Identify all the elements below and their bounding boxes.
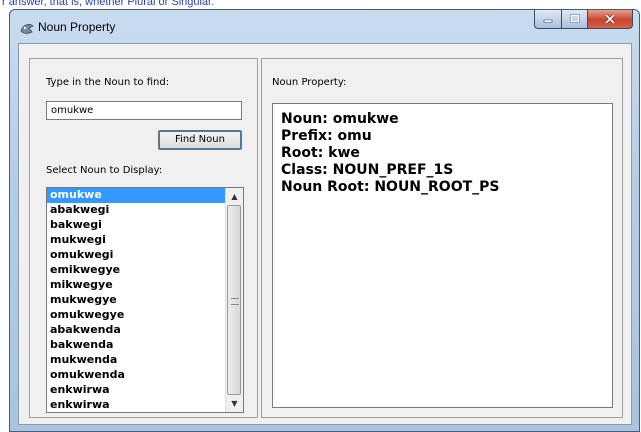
minimize-button[interactable] bbox=[534, 10, 561, 29]
noun-list-item[interactable]: mikwegye bbox=[47, 278, 226, 293]
noun-list-item[interactable]: omukwegi bbox=[47, 248, 226, 263]
scroll-up-arrow-icon[interactable]: ▲ bbox=[226, 188, 243, 205]
noun-listbox[interactable]: omukwe abakwegi bakwegi mukwegi omukwegi emik… bbox=[46, 187, 244, 413]
close-button[interactable] bbox=[587, 10, 633, 29]
property-panel: Noun Property: Noun: omukwe Prefix: omu … bbox=[261, 58, 623, 418]
scroll-down-arrow-icon[interactable]: ▼ bbox=[226, 395, 243, 412]
property-class: Class: NOUN_PREF_1S bbox=[281, 162, 454, 178]
noun-list-item[interactable]: abakwenda bbox=[47, 323, 226, 338]
listbox-scrollbar[interactable]: ▲ ▼ bbox=[225, 188, 243, 412]
scrollbar-thumb[interactable] bbox=[227, 205, 241, 395]
noun-list-item[interactable]: omukwegye bbox=[47, 308, 226, 323]
maximize-icon bbox=[569, 14, 580, 23]
app-icon bbox=[20, 24, 34, 34]
property-root: Root: kwe bbox=[281, 145, 360, 161]
noun-list-item[interactable]: bakwenda bbox=[47, 338, 226, 353]
noun-list-item[interactable]: enkwirwa bbox=[47, 383, 226, 398]
noun-list-item[interactable]: abakwegi bbox=[47, 203, 226, 218]
noun-list-item[interactable]: mukwenda bbox=[47, 353, 226, 368]
find-noun-button[interactable]: Find Noun bbox=[158, 130, 242, 150]
search-panel: Type in the Noun to find: omukwe Find No… bbox=[29, 58, 258, 418]
noun-search-input[interactable]: omukwe bbox=[46, 101, 242, 120]
background-text: r answer, that is, whether Plural or Sin… bbox=[2, 0, 215, 8]
caption-buttons bbox=[534, 10, 633, 30]
minimize-icon bbox=[543, 19, 553, 23]
noun-list-item[interactable]: mukwegi bbox=[47, 233, 226, 248]
noun-property-window: Noun Property Type in the Noun to find: … bbox=[9, 9, 640, 432]
window-title: Noun Property bbox=[38, 20, 116, 34]
find-noun-label: Type in the Noun to find: bbox=[46, 77, 170, 88]
property-prefix: Prefix: omu bbox=[281, 128, 372, 144]
noun-list-item[interactable]: omukwenda bbox=[47, 368, 226, 383]
scrollbar-grip-icon bbox=[231, 298, 239, 305]
property-noun-root: Noun Root: NOUN_ROOT_PS bbox=[281, 179, 500, 195]
noun-list-item[interactable]: mukwegye bbox=[47, 293, 226, 308]
noun-list-items: omukwe abakwegi bakwegi mukwegi omukwegi emik… bbox=[47, 188, 226, 412]
property-output-box[interactable]: Noun: omukwe Prefix: omu Root: kwe Class… bbox=[272, 103, 613, 408]
window-client-area: Type in the Noun to find: omukwe Find No… bbox=[18, 43, 632, 425]
noun-list-item[interactable]: enkwirwa bbox=[47, 398, 226, 412]
noun-list-item[interactable]: emikwegye bbox=[47, 263, 226, 278]
title-bar[interactable]: Noun Property bbox=[10, 10, 639, 43]
noun-list-item[interactable]: omukwe bbox=[47, 188, 226, 203]
maximize-button[interactable] bbox=[561, 10, 587, 29]
property-noun: Noun: omukwe bbox=[281, 111, 399, 127]
noun-property-label: Noun Property: bbox=[272, 77, 347, 88]
noun-list-item[interactable]: bakwegi bbox=[47, 218, 226, 233]
select-noun-label: Select Noun to Display: bbox=[46, 165, 163, 176]
close-icon bbox=[604, 14, 616, 24]
